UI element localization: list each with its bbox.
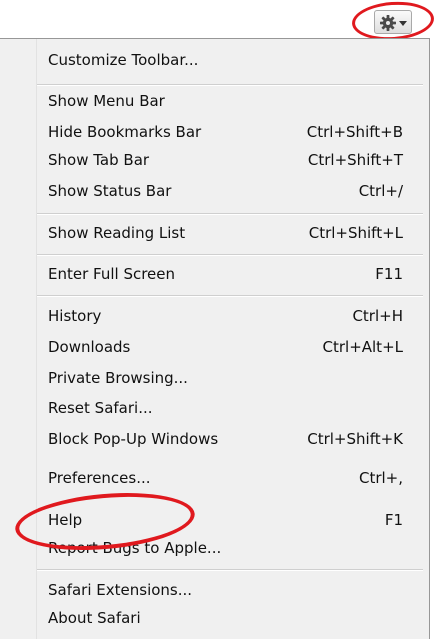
menu-item-label: Private Browsing... [48,369,188,387]
menu-separator [37,84,423,86]
settings-menu-button[interactable] [374,10,412,34]
menu-item-shortcut: Ctrl+Shift+T [307,151,403,169]
menu-item-shortcut: Ctrl+Alt+L [322,338,404,356]
chevron-down-icon [399,21,407,26]
toolbar [0,0,442,43]
menu-item-label: Show Tab Bar [48,151,150,169]
menu-item-help[interactable]: Help F1 [37,507,423,535]
menu-item-shortcut: F1 [384,511,403,529]
menu-item-hide-bookmarks-bar[interactable]: Hide Bookmarks Bar Ctrl+Shift+B [37,119,423,147]
menu-item-label: About Safari [48,609,141,627]
menu-item-label: Customize Toolbar... [48,51,199,69]
menu-item-show-reading-list[interactable]: Show Reading List Ctrl+Shift+L [37,220,423,248]
menu-item-label: Show Menu Bar [48,92,165,110]
menu-item-history[interactable]: History Ctrl+H [37,303,423,331]
menu-item-shortcut: Ctrl+H [352,307,403,325]
menu-item-downloads[interactable]: Downloads Ctrl+Alt+L [37,334,423,362]
menu-separator [37,295,423,297]
menu-item-label: Preferences... [48,469,151,487]
menu-separator [37,569,423,571]
menu-item-shortcut: F11 [375,265,403,283]
menu-item-label: Enter Full Screen [48,265,176,283]
menu-item-label: Block Pop-Up Windows [48,430,219,448]
menu-item-reset-safari[interactable]: Reset Safari... [37,395,423,423]
menu-item-shortcut: Ctrl+Shift+B [306,123,403,141]
menu-item-show-menu-bar[interactable]: Show Menu Bar [37,88,423,116]
menu-item-label: Safari Extensions... [48,581,193,599]
menu-item-shortcut: Ctrl+Shift+K [307,430,403,448]
menu-item-label: Show Reading List [48,224,186,242]
settings-dropdown-menu: Customize Toolbar... Show Menu Bar Hide … [0,38,430,639]
menu-separator [37,254,423,256]
menu-item-show-tab-bar[interactable]: Show Tab Bar Ctrl+Shift+T [37,147,423,175]
menu-item-label: Report Bugs to Apple... [48,539,222,557]
menu-item-report-bugs[interactable]: Report Bugs to Apple... [37,535,423,563]
menu-item-block-popup-windows[interactable]: Block Pop-Up Windows Ctrl+Shift+K [37,426,423,454]
menu-item-label: Show Status Bar [48,182,172,200]
menu-item-shortcut: Ctrl+/ [358,182,403,200]
menu-item-preferences[interactable]: Preferences... Ctrl+, [37,465,423,493]
menu-item-label: Help [48,511,83,529]
menu-icon-gutter [0,39,37,639]
menu-item-shortcut: Ctrl+Shift+L [308,224,403,242]
menu-item-label: Hide Bookmarks Bar [48,123,202,141]
menu-item-label: Downloads [48,338,131,356]
menu-item-show-status-bar[interactable]: Show Status Bar Ctrl+/ [37,178,423,206]
menu-item-label: Reset Safari... [48,399,153,417]
menu-item-safari-extensions[interactable]: Safari Extensions... [37,577,423,605]
menu-item-private-browsing[interactable]: Private Browsing... [37,365,423,393]
menu-item-customize-toolbar[interactable]: Customize Toolbar... [37,47,423,75]
menu-item-enter-full-screen[interactable]: Enter Full Screen F11 [37,261,423,289]
menu-separator [37,213,423,215]
menu-item-label: History [48,307,102,325]
menu-item-about-safari[interactable]: About Safari [37,605,423,633]
menu-item-shortcut: Ctrl+, [358,469,403,487]
